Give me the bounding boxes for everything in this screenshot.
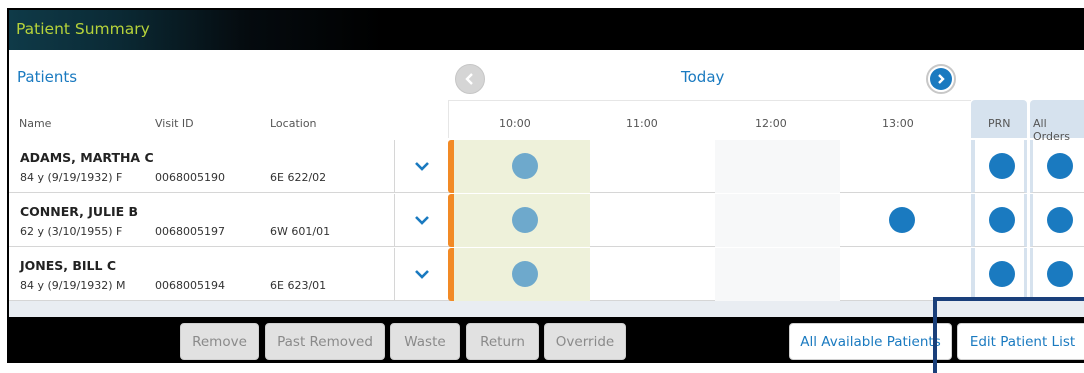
patient-visit-id: 0068005190: [155, 171, 225, 184]
all-orders-cell[interactable]: [1030, 194, 1084, 247]
expand-row-button[interactable]: [394, 194, 448, 247]
patient-row[interactable]: ADAMS, MARTHA C 84 y (9/19/1932) F 00680…: [9, 140, 1084, 193]
patients-heading: Patients: [17, 68, 78, 86]
all-orders-indicator[interactable]: [1047, 153, 1073, 179]
next-day-button[interactable]: [926, 64, 956, 94]
title-bar: Patient Summary: [9, 10, 1084, 50]
expand-row-button[interactable]: [394, 248, 448, 301]
chevron-down-icon: [414, 162, 429, 171]
patient-row[interactable]: CONNER, JULIE B 62 y (3/10/1955) F 00680…: [9, 194, 1084, 247]
prn-dose-indicator[interactable]: [989, 207, 1015, 233]
all-orders-indicator[interactable]: [1047, 261, 1073, 287]
hour-band: [715, 194, 840, 247]
override-button[interactable]: Override: [544, 323, 626, 360]
all-orders-cell[interactable]: [1030, 140, 1084, 193]
waste-button[interactable]: Waste: [390, 323, 460, 360]
patient-name: CONNER, JULIE B: [20, 204, 139, 219]
time-label: 12:00: [755, 117, 787, 130]
chevron-right-icon: [938, 74, 945, 84]
scheduled-dose-past[interactable]: [512, 153, 538, 179]
patient-location: 6E 622/02: [270, 171, 327, 184]
prn-label: PRN: [988, 117, 1011, 130]
window-title: Patient Summary: [16, 20, 150, 38]
expand-row-button[interactable]: [394, 140, 448, 193]
column-header-name[interactable]: Name: [19, 117, 51, 130]
scheduled-dose[interactable]: [889, 207, 915, 233]
scheduled-dose-past[interactable]: [512, 261, 538, 287]
today-label: Today: [681, 68, 725, 86]
edit-patient-list-button[interactable]: Edit Patient List: [957, 323, 1084, 360]
past-removed-button[interactable]: Past Removed: [265, 323, 385, 360]
patient-info[interactable]: JONES, BILL C 84 y (9/19/1932) M 0068005…: [9, 248, 394, 301]
patient-info[interactable]: CONNER, JULIE B 62 y (3/10/1955) F 00680…: [9, 194, 394, 247]
remove-button[interactable]: Remove: [180, 323, 259, 360]
scheduled-dose-past[interactable]: [512, 207, 538, 233]
all-orders-cell[interactable]: [1030, 248, 1084, 301]
time-label: 13:00: [882, 117, 914, 130]
timeline-track: [448, 140, 971, 193]
patient-visit-id: 0068005197: [155, 225, 225, 238]
prn-cell[interactable]: [971, 140, 1027, 193]
patient-location: 6W 601/01: [270, 225, 331, 238]
time-label: 10:00: [499, 117, 531, 130]
hour-band: [715, 248, 840, 301]
patient-info[interactable]: ADAMS, MARTHA C 84 y (9/19/1932) F 00680…: [9, 140, 394, 193]
chevron-down-icon: [414, 270, 429, 279]
return-button[interactable]: Return: [466, 323, 539, 360]
patient-age-dob: 84 y (9/19/1932) M: [20, 279, 126, 292]
patient-name: JONES, BILL C: [20, 258, 117, 273]
patient-row[interactable]: JONES, BILL C 84 y (9/19/1932) M 0068005…: [9, 248, 1084, 301]
patient-visit-id: 0068005194: [155, 279, 225, 292]
previous-day-button[interactable]: [455, 64, 485, 94]
column-header-visit-id[interactable]: Visit ID: [155, 117, 194, 130]
app-window: Patient Summary Patients Today Name Visi…: [7, 8, 1084, 363]
all-available-patients-button[interactable]: All Available Patients: [789, 323, 952, 360]
patient-location: 6E 623/01: [270, 279, 327, 292]
prn-cell[interactable]: [971, 194, 1027, 247]
patient-panel: Patients Today Name Visit ID Location 10…: [9, 50, 1084, 301]
patient-age-dob: 62 y (3/10/1955) F: [20, 225, 123, 238]
chevron-left-icon: [465, 73, 473, 85]
patient-age-dob: 84 y (9/19/1932) F: [20, 171, 123, 184]
hour-band: [715, 140, 840, 193]
prn-cell[interactable]: [971, 248, 1027, 301]
chevron-down-icon: [414, 216, 429, 225]
timeline-track: [448, 194, 971, 247]
time-label: 11:00: [626, 117, 658, 130]
all-orders-indicator[interactable]: [1047, 207, 1073, 233]
patient-name: ADAMS, MARTHA C: [20, 150, 154, 165]
timeline-track: [448, 248, 971, 301]
prn-dose-indicator[interactable]: [989, 153, 1015, 179]
column-header-location[interactable]: Location: [270, 117, 317, 130]
prn-dose-indicator[interactable]: [989, 261, 1015, 287]
